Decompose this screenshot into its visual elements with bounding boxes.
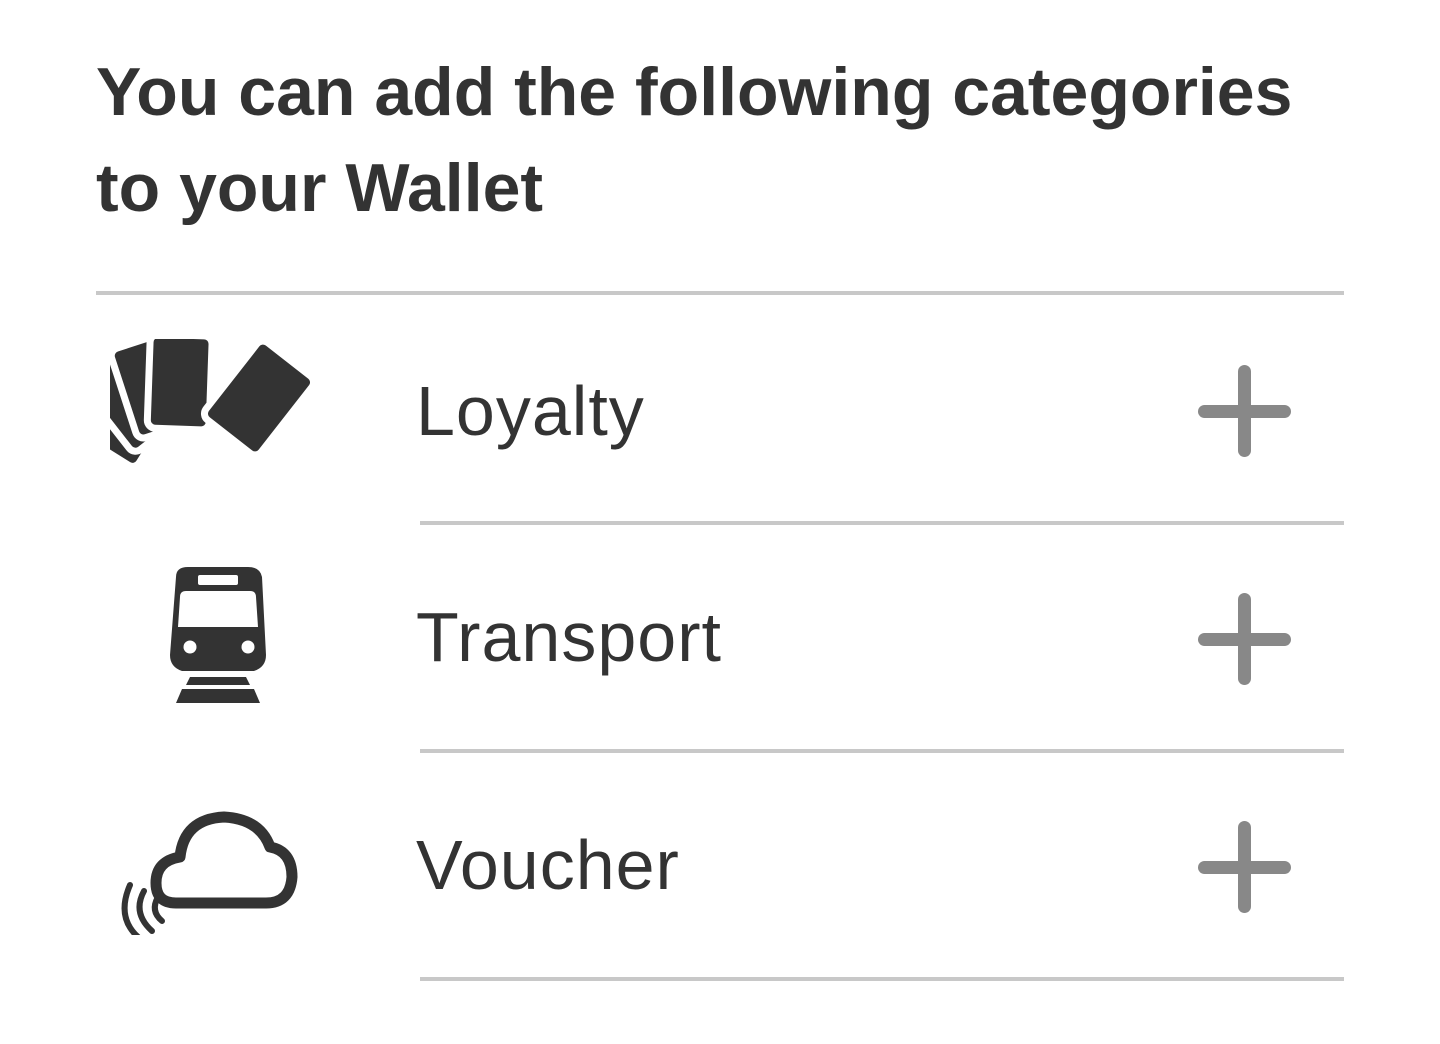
train-icon [170, 567, 266, 703]
category-row-voucher[interactable]: Voucher [96, 751, 1344, 981]
category-label-transport: Transport [416, 598, 722, 676]
category-row-transport[interactable]: Transport [96, 523, 1344, 753]
add-loyalty-plus-icon[interactable] [1192, 359, 1296, 463]
cloud-signal-icon [121, 811, 298, 935]
add-voucher-plus-icon[interactable] [1192, 815, 1296, 919]
category-label-loyalty: Loyalty [416, 372, 645, 450]
category-row-loyalty[interactable]: Loyalty [96, 295, 1344, 525]
loyalty-cards-icon [110, 339, 310, 470]
add-transport-plus-icon[interactable] [1192, 587, 1296, 691]
page-title: You can add the following categories to … [96, 54, 1293, 226]
category-label-voucher: Voucher [416, 826, 680, 904]
divider [420, 977, 1344, 981]
